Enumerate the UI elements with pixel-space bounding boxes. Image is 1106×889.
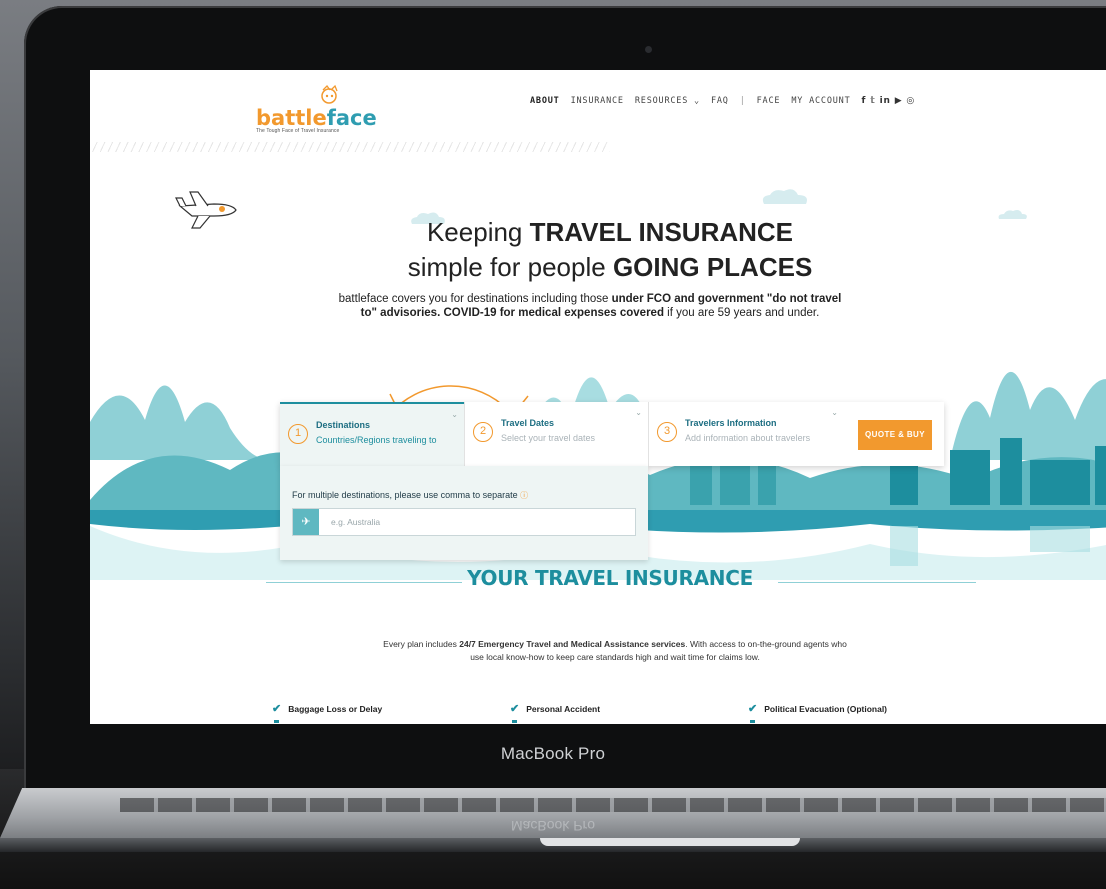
feature-item: ✔ Political Evacuation (Optional) xyxy=(748,702,887,715)
site-header: battleface The Tough Face of Travel Insu… xyxy=(90,70,1106,152)
section-description: Every plan includes 24/7 Emergency Trave… xyxy=(380,638,850,664)
section-desc-b: 24/7 Emergency Travel and Medical Assist… xyxy=(459,639,686,649)
logo[interactable]: battleface xyxy=(256,106,377,130)
nav-item-insurance[interactable]: INSURANCE xyxy=(571,96,624,106)
nav-separator: | xyxy=(739,96,746,106)
main-nav: ABOUT INSURANCE RESOURCES ⌄ FAQ | FACE M… xyxy=(530,96,915,106)
hero-title: Keeping TRAVEL INSURANCE simple for peop… xyxy=(90,215,1106,285)
destination-label: For multiple destinations, please use co… xyxy=(292,490,528,501)
nav-item-resources[interactable]: RESOURCES ⌄ xyxy=(635,96,700,106)
step-subtitle: Select your travel dates xyxy=(501,433,596,443)
step-subtitle: Countries/Regions traveling to xyxy=(316,435,437,445)
step-title: Destinations xyxy=(316,420,371,430)
quote-and-buy-button[interactable]: QUOTE & BUY xyxy=(858,420,932,450)
next-checkmark-icon xyxy=(274,720,279,723)
airplane-icon: ✈ xyxy=(293,509,319,535)
next-checkmark-icon xyxy=(750,720,755,723)
next-checkmark-icon xyxy=(512,720,517,723)
nav-item-faq[interactable]: FAQ xyxy=(711,96,729,106)
destination-label-text: For multiple destinations, please use co… xyxy=(292,490,518,500)
step-destinations[interactable]: 1 Destinations Countries/Regions traveli… xyxy=(280,402,464,466)
step-travelers-information[interactable]: 3 Travelers Information Add information … xyxy=(648,402,844,466)
info-icon[interactable]: ⓘ xyxy=(520,491,528,500)
cloud-icon xyxy=(762,189,807,204)
step-travel-dates[interactable]: 2 Travel Dates Select your travel dates … xyxy=(464,402,648,466)
section-desc-a: Every plan includes xyxy=(383,639,460,649)
facebook-icon[interactable]: f xyxy=(862,96,867,106)
step-number: 2 xyxy=(473,422,493,442)
nav-item-face[interactable]: FACE xyxy=(757,96,781,106)
hero-line2-bold: GOING PLACES xyxy=(612,252,813,282)
checkmark-icon: ✔ xyxy=(510,703,520,715)
device-label-reflection: MacBook Pro xyxy=(510,818,596,834)
nav-item-about[interactable]: ABOUT xyxy=(530,96,560,106)
step-title: Travelers Information xyxy=(685,418,777,428)
step-subtitle: Add information about travelers xyxy=(685,433,811,443)
chevron-down-icon: ⌄ xyxy=(451,410,458,419)
checkmark-icon: ✔ xyxy=(748,703,758,715)
nav-item-my-account[interactable]: MY ACCOUNT xyxy=(791,96,850,106)
header-hatch-divider xyxy=(90,142,610,152)
feature-item: ✔ Baggage Loss or Delay xyxy=(272,702,382,715)
logo-text-b: face xyxy=(326,106,377,130)
checkmark-icon: ✔ xyxy=(272,703,282,715)
twitter-icon[interactable]: 𝕥 xyxy=(870,96,875,106)
camera-icon xyxy=(645,46,652,53)
hero-line1-prefix: Keeping xyxy=(426,217,530,247)
destination-panel: For multiple destinations, please use co… xyxy=(280,466,648,560)
destination-placeholder: e.g. Australia xyxy=(331,517,381,527)
hero-sub-a: battleface covers you for destinations i… xyxy=(338,293,612,305)
logo-mark-icon xyxy=(321,84,338,104)
quote-bar: 1 Destinations Countries/Regions traveli… xyxy=(280,402,944,466)
laptop-screen: battleface The Tough Face of Travel Insu… xyxy=(90,70,1106,724)
destination-input[interactable]: ✈ e.g. Australia xyxy=(292,508,636,536)
chevron-down-icon: ⌄ xyxy=(635,408,642,417)
social-links: f 𝕥 in ▶ ◎ xyxy=(862,96,916,106)
feature-label: Political Evacuation (Optional) xyxy=(764,704,888,714)
step-title: Travel Dates xyxy=(501,418,555,428)
hero-line1-bold: TRAVEL INSURANCE xyxy=(529,217,794,247)
instagram-icon[interactable]: ◎ xyxy=(906,96,915,106)
linkedin-icon[interactable]: in xyxy=(880,96,891,106)
hero-line2-prefix: simple for people xyxy=(407,252,613,282)
logo-text-a: battle xyxy=(256,106,327,130)
feature-label: Baggage Loss or Delay xyxy=(288,704,383,714)
device-label: MacBook Pro xyxy=(500,744,606,763)
keyboard-keys xyxy=(120,798,1106,812)
step-number: 3 xyxy=(657,422,677,442)
trackpad-notch xyxy=(540,838,800,846)
section-title: YOUR TRAVEL INSURANCE xyxy=(467,566,753,590)
feature-label: Personal Accident xyxy=(526,704,601,714)
chevron-down-icon: ⌄ xyxy=(831,408,838,417)
youtube-icon[interactable]: ▶ xyxy=(895,96,903,106)
step-number: 1 xyxy=(288,424,308,444)
logo-tagline: The Tough Face of Travel Insurance xyxy=(256,128,340,134)
feature-item: ✔ Personal Accident xyxy=(510,702,600,715)
feature-list: ✔ Baggage Loss or Delay ✔ Personal Acciden… xyxy=(90,698,1106,724)
